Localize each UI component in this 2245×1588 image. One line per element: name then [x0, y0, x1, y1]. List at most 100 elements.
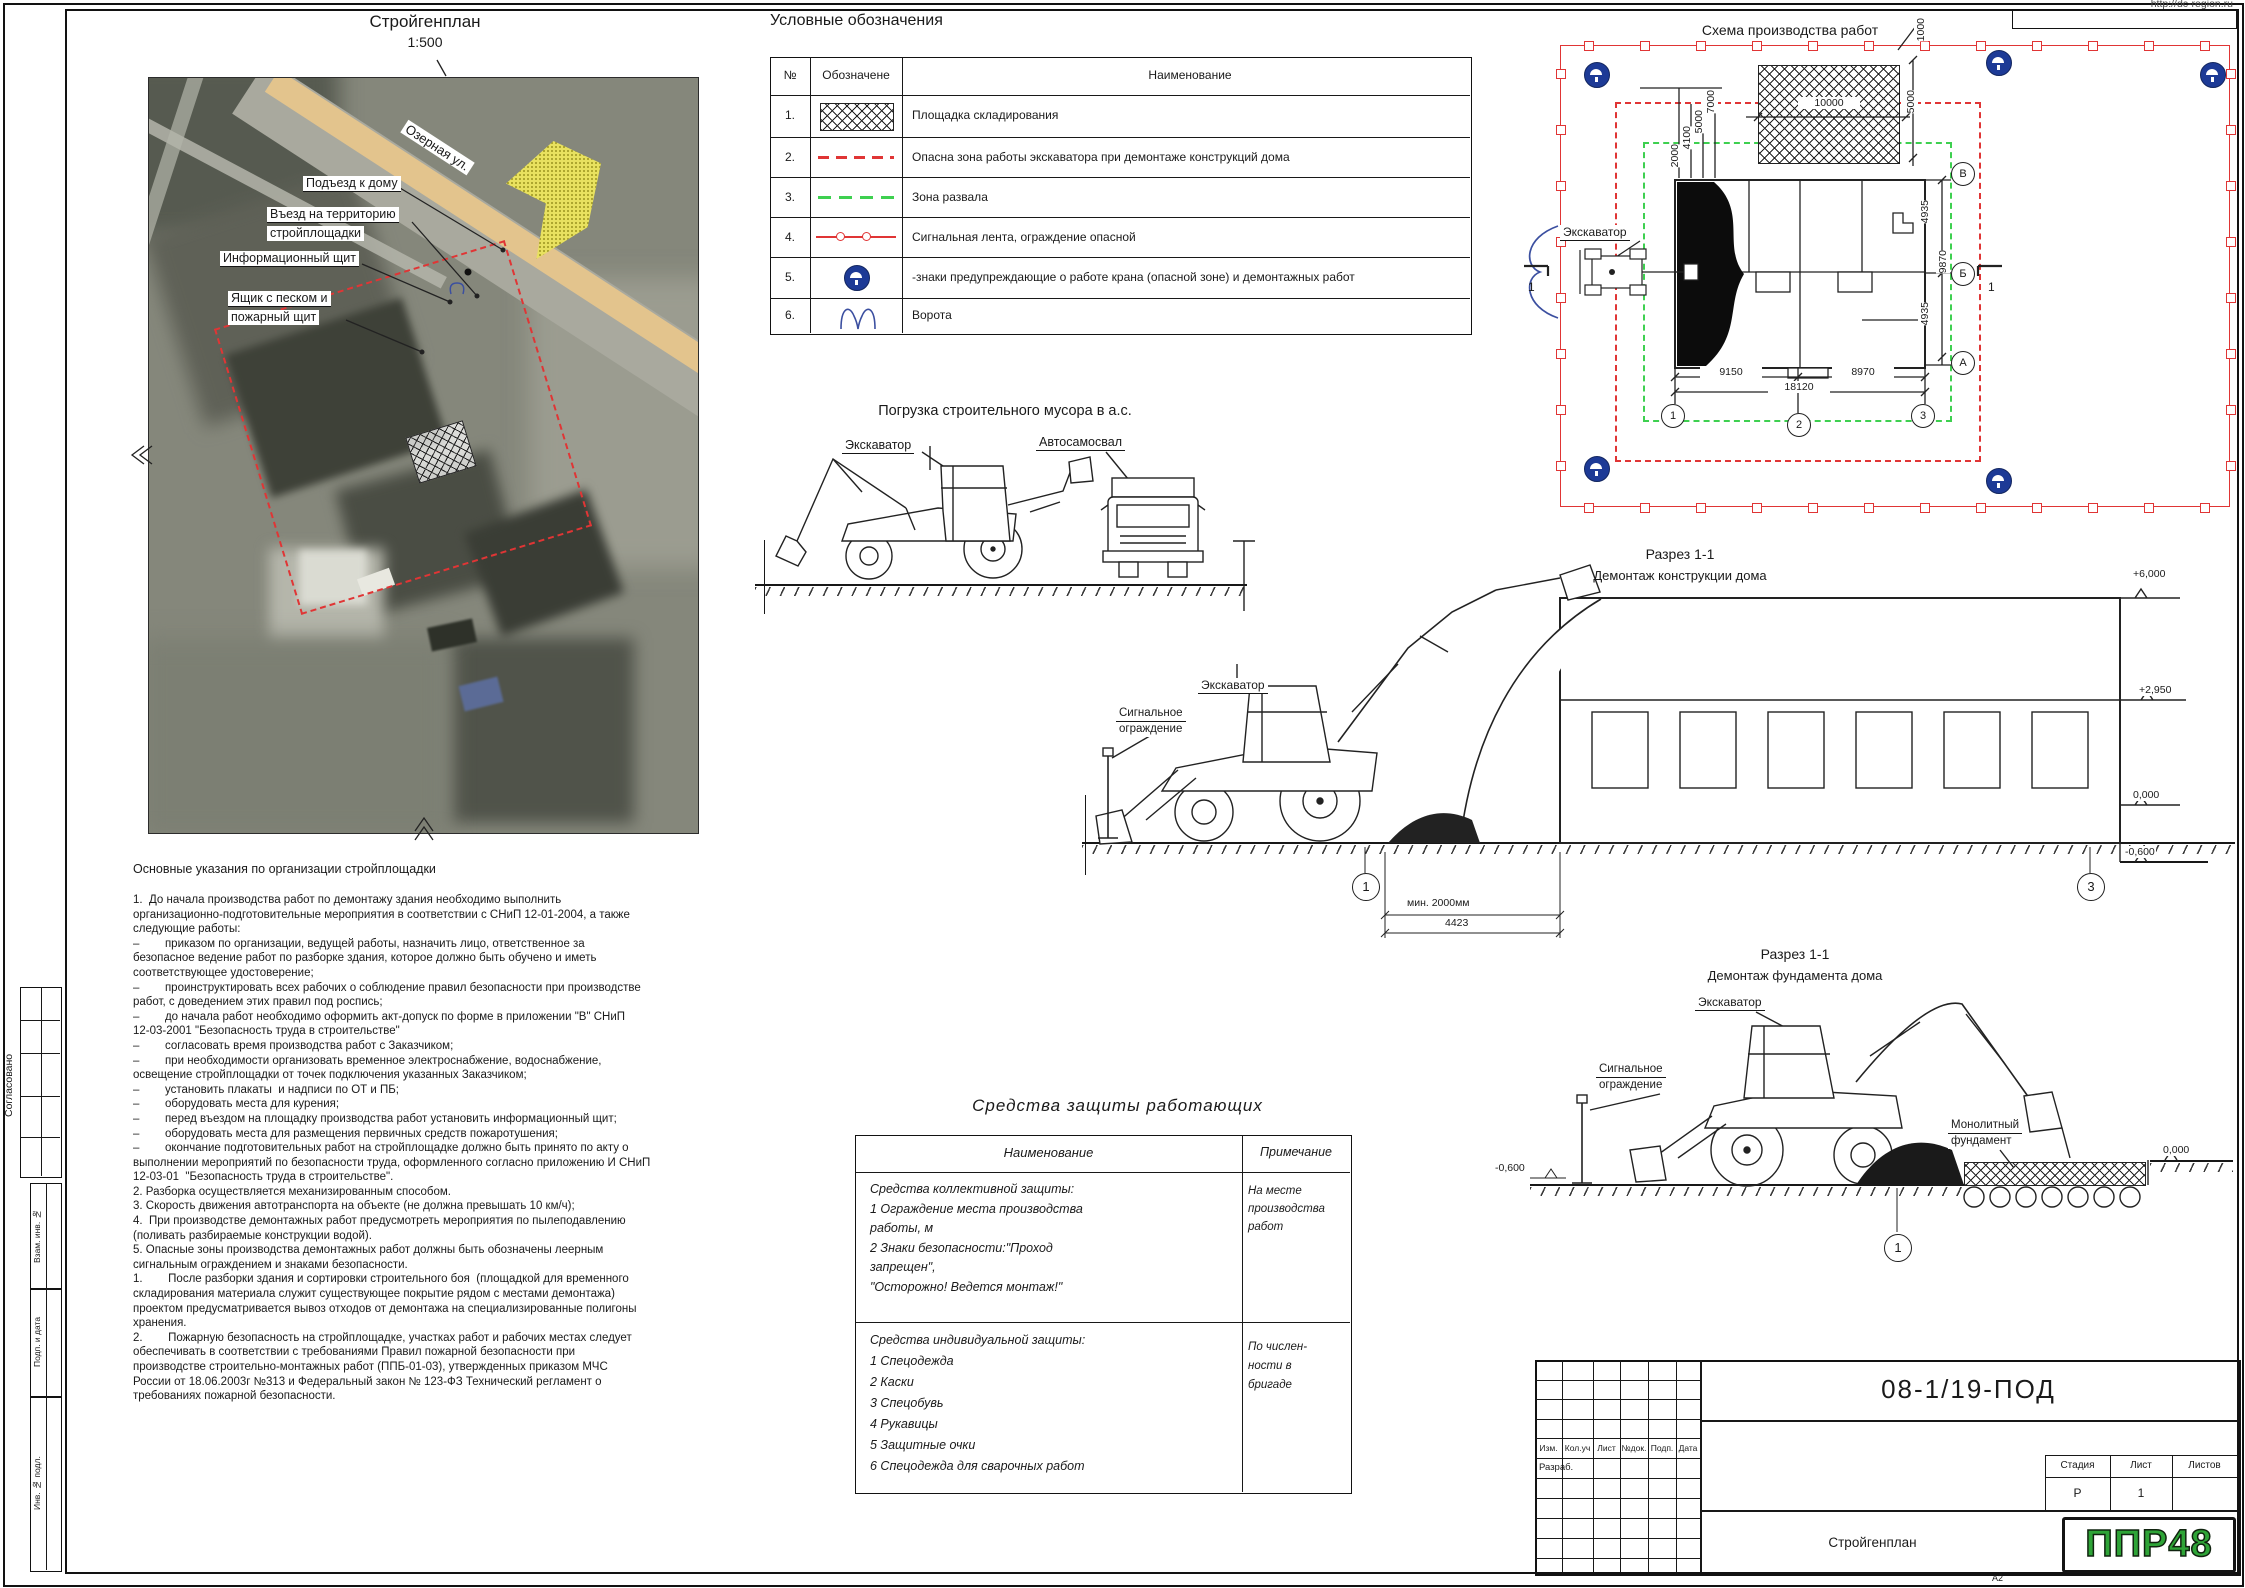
tb-stage-label: Стадия	[2045, 1460, 2110, 1471]
fence-square	[2226, 69, 2236, 79]
label-infoboard: Информационный щит	[220, 251, 359, 267]
fence-square	[2226, 461, 2236, 471]
legend-title: Условные обозначения	[770, 12, 943, 30]
fence-square	[1808, 503, 1818, 513]
doc-number: 08-1/19-ПОД	[1700, 1374, 2237, 1405]
dim-18120: 18120	[1768, 381, 1830, 393]
fence-square	[2226, 237, 2236, 247]
fence-square	[1640, 41, 1650, 51]
storage-hatch-symbol	[820, 103, 894, 131]
section2-subtitle: Демонтаж фундамента дома	[1675, 968, 1915, 983]
fence-square	[1556, 69, 1566, 79]
protection-title: Средства защиты работающих	[905, 1096, 1330, 1116]
format-label: А2	[1992, 1573, 2003, 1583]
foundation-hatch	[1964, 1162, 2146, 1186]
crane-warning-sign-icon	[1986, 50, 2012, 76]
dim-min-2000: мин. 2000мм	[1406, 897, 1471, 909]
section1-title: Разрез 1-1	[1560, 546, 1800, 562]
dim-10000: 10000	[1798, 97, 1860, 109]
axis-bubble-1: 1	[1661, 404, 1685, 428]
loading-title: Погрузка строительного мусора в а.с.	[830, 403, 1180, 419]
protection-row-note: По числен- ности в бригаде	[1248, 1338, 1348, 1395]
legend-num: 3.	[770, 190, 810, 204]
section2-foundation-label-2: фундамент	[1948, 1134, 2014, 1149]
fence-square	[1976, 41, 1986, 51]
legend-num: 2.	[770, 150, 810, 164]
axis-bubble-2: 2	[1787, 413, 1811, 437]
strip-soglasovano: Согласовано	[3, 1000, 15, 1170]
fence-square	[2226, 125, 2236, 135]
legend-name: Площадка складирования	[912, 108, 1058, 122]
dim-4935-bottom: 4935	[1918, 302, 1932, 325]
tb-sheet-label: Лист	[2110, 1460, 2172, 1471]
section2-ground	[1530, 1184, 1964, 1186]
crane-warning-sign-icon	[2200, 62, 2226, 88]
section1-excavator-label: Экскаватор	[1198, 678, 1268, 694]
gate-symbol-icon	[838, 302, 878, 330]
legend-num: 5.	[770, 270, 810, 284]
dim-2000: 2000	[1668, 144, 1682, 167]
fence-square	[1752, 41, 1762, 51]
fence-square	[1696, 41, 1706, 51]
tb-sheets-label: Листов	[2172, 1460, 2237, 1471]
signal-tape-dot	[836, 232, 845, 241]
section1-fence-label-2: ограждение	[1116, 722, 1185, 737]
fence-square	[2144, 41, 2154, 51]
fence-square	[1556, 405, 1566, 415]
fence-square	[2226, 293, 2236, 303]
fence-square	[1976, 503, 1986, 513]
schema-collapse-zone	[1643, 142, 1952, 422]
section2-title: Разрез 1-1	[1675, 946, 1915, 962]
label-entrance-1: Въезд на территорию	[267, 207, 399, 223]
tb-col-izm: Изм.	[1535, 1443, 1562, 1453]
fence-square	[1556, 293, 1566, 303]
label-driveway: Подъезд к дому	[303, 176, 401, 192]
fence-square	[1920, 41, 1930, 51]
section-mark-left: 1	[1528, 280, 1535, 294]
legend-num: 6.	[770, 308, 810, 322]
fence-square	[2088, 503, 2098, 513]
axis-bubble-b: Б	[1951, 262, 1975, 286]
logo-box: ППР48	[2062, 1517, 2236, 1573]
aerial-photo	[148, 77, 699, 834]
section1-bubble-1: 1	[1352, 873, 1380, 901]
section2-level-minus0600: -0,600	[1494, 1162, 1526, 1174]
schema-storage-area	[1758, 65, 1900, 164]
fence-square	[1584, 503, 1594, 513]
tb-col-data: Дата	[1676, 1443, 1700, 1453]
strip-podp: Подп. и дата	[32, 1291, 42, 1393]
crane-warning-sign-icon	[1986, 468, 2012, 494]
protection-h-name: Наименование	[855, 1145, 1242, 1160]
dim-4100: 4100	[1680, 126, 1694, 149]
fence-square	[1864, 503, 1874, 513]
tb-sheet-value: 1	[2110, 1486, 2172, 1500]
section2-excavator-label: Экскаватор	[1695, 995, 1765, 1011]
crane-warning-sign-icon	[1584, 62, 1610, 88]
siteplan-title: Стройгенплан	[325, 12, 525, 32]
protection-h-note: Примечание	[1242, 1145, 1350, 1159]
legend-h-symbol: Обозначене	[810, 68, 902, 82]
fence-square	[1556, 125, 1566, 135]
loading-excavator-label: Экскаватор	[842, 438, 914, 454]
dim-9150: 9150	[1700, 366, 1762, 378]
protection-row-name: Средства индивидуальной защиты: 1 Спецод…	[870, 1330, 1235, 1477]
siteplan-scale: 1:500	[325, 34, 525, 50]
loading-ground	[755, 584, 1247, 586]
tb-drawing-name: Стройгенплан	[1700, 1535, 2045, 1550]
corner-box	[2012, 9, 2237, 29]
notes-title: Основные указания по организации стройпл…	[133, 862, 436, 876]
axis-bubble-a: А	[1951, 351, 1975, 375]
dim-1000: 1000	[1914, 18, 1928, 41]
fence-square	[1556, 461, 1566, 471]
legend-num: 4.	[770, 230, 810, 244]
section2-bubble-1: 1	[1884, 1234, 1912, 1262]
tb-stage-value: Р	[2045, 1486, 2110, 1500]
tb-razrab: Разраб.	[1539, 1462, 1573, 1473]
section2-fence-label-1: Сигнальное	[1596, 1062, 1666, 1078]
fence-square	[2226, 181, 2236, 191]
dim-4423: 4423	[1444, 917, 1469, 929]
crane-warning-sign-icon	[844, 265, 870, 291]
fence-square	[1640, 503, 1650, 513]
fence-square	[2226, 349, 2236, 359]
strip-inv: Инв. № подл.	[32, 1400, 42, 1566]
